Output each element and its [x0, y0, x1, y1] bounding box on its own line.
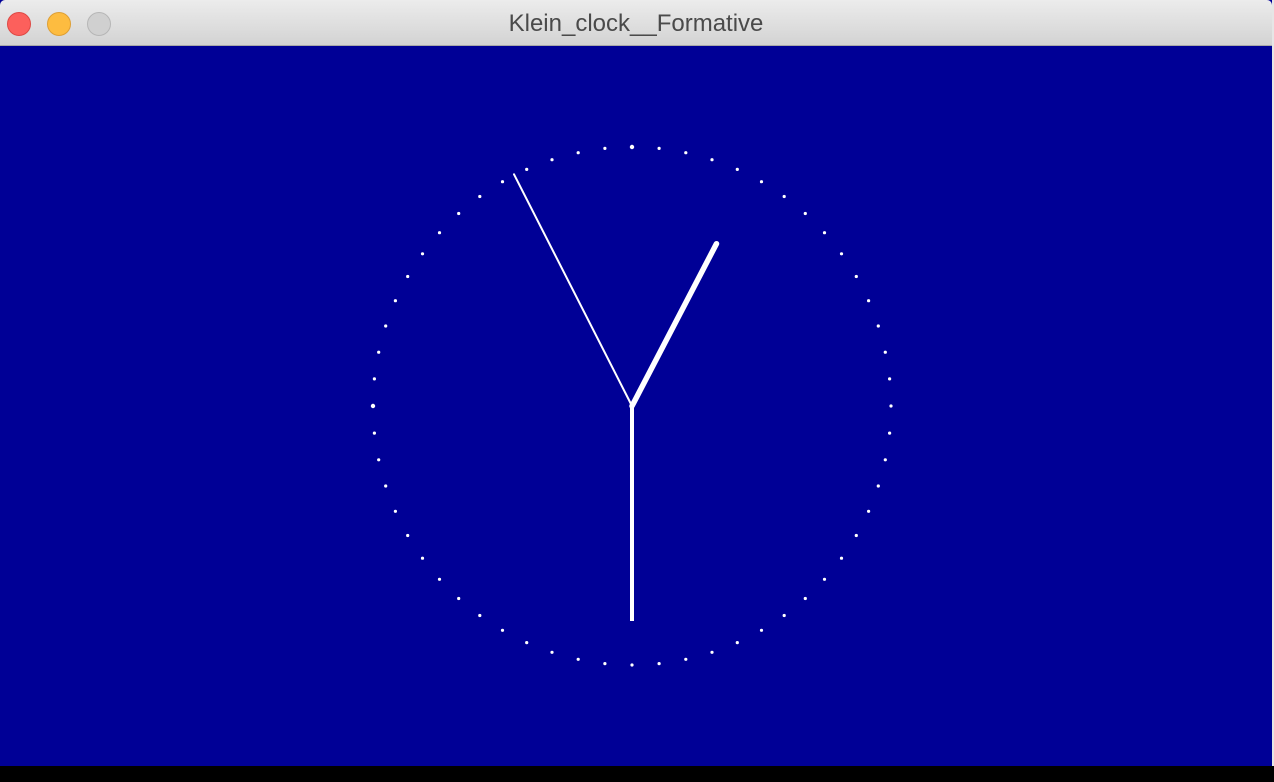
tick-mark — [735, 641, 739, 645]
tick-mark — [657, 146, 661, 150]
tick-mark — [822, 231, 827, 235]
tick-mark — [457, 211, 461, 216]
tick-mark — [372, 377, 376, 381]
tick-mark — [603, 146, 607, 150]
tick-mark — [406, 533, 410, 538]
tick-mark — [550, 650, 554, 654]
tick-mark — [393, 299, 397, 303]
tick-mark — [759, 628, 764, 632]
tick-mark — [710, 158, 714, 162]
tick-mark — [457, 596, 461, 601]
tick-mark — [420, 252, 425, 256]
tick-mark — [684, 657, 688, 661]
tick-mark — [759, 180, 764, 184]
tick-mark — [735, 167, 739, 171]
tick-mark — [782, 194, 786, 199]
tick-mark — [889, 404, 893, 408]
tick-mark — [629, 144, 635, 150]
title-bar[interactable]: Klein_clock__Formative — [0, 0, 1272, 46]
tick-mark — [603, 662, 607, 666]
tick-mark — [478, 194, 482, 199]
tick-mark — [888, 377, 892, 381]
tick-mark — [576, 657, 580, 661]
desktop-strip — [0, 766, 1274, 782]
tick-mark — [576, 151, 580, 155]
minute-hand — [513, 173, 633, 407]
tick-mark — [525, 641, 529, 645]
tick-mark — [803, 596, 807, 601]
tick-mark — [822, 577, 827, 581]
tick-mark — [839, 556, 844, 560]
tick-mark — [854, 533, 858, 538]
tick-mark — [393, 509, 397, 513]
tick-mark — [710, 650, 714, 654]
tick-mark — [888, 431, 892, 435]
tick-mark — [478, 613, 482, 618]
tick-mark — [377, 458, 381, 462]
tick-mark — [384, 484, 388, 488]
tick-mark — [876, 324, 880, 328]
tick-mark — [372, 431, 376, 435]
tick-mark — [657, 662, 661, 666]
tick-mark — [854, 274, 858, 279]
tick-mark — [883, 458, 887, 462]
app-window: Klein_clock__Formative — [0, 0, 1272, 766]
tick-mark — [500, 628, 505, 632]
tick-mark — [384, 324, 388, 328]
tick-mark — [867, 299, 871, 303]
tick-mark — [630, 663, 634, 667]
hour-hand — [629, 240, 720, 409]
tick-mark — [500, 180, 505, 184]
tick-mark — [370, 403, 376, 409]
clock-face — [370, 144, 893, 667]
tick-mark — [550, 158, 554, 162]
tick-mark — [883, 350, 887, 354]
tick-mark — [876, 484, 880, 488]
tick-mark — [684, 151, 688, 155]
tick-mark — [803, 211, 807, 216]
tick-mark — [839, 252, 844, 256]
tick-mark — [525, 167, 529, 171]
tick-mark — [420, 556, 425, 560]
tick-mark — [437, 577, 442, 581]
tick-mark — [406, 274, 410, 279]
window-title: Klein_clock__Formative — [508, 10, 764, 37]
tick-mark — [377, 350, 381, 354]
tick-mark — [437, 231, 442, 235]
tick-mark — [867, 509, 871, 513]
clock-canvas — [0, 46, 1272, 766]
tick-mark — [782, 613, 786, 618]
